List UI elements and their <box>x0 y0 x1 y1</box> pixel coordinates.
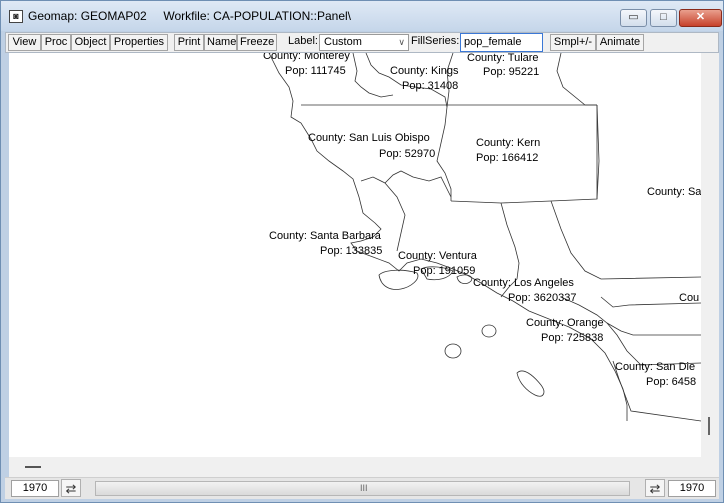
swap-left-icon[interactable]: ⇄ <box>61 479 81 497</box>
geomap-window: ◙ Geomap: GEOMAP02 Workfile: CA-POPULATI… <box>0 0 724 503</box>
map-canvas[interactable]: County: Monterey Pop: 111745 County: Kin… <box>9 53 701 457</box>
smpl-button[interactable]: Smpl+/- <box>550 34 596 51</box>
end-year-field[interactable]: 1970 <box>668 480 716 497</box>
time-slider-bar: 1970 ⇄ III ⇄ 1970 <box>5 477 719 499</box>
vertical-scroll-thumb[interactable] <box>708 417 710 435</box>
population-label: Pop: 133835 <box>320 245 382 257</box>
name-button[interactable]: Name <box>204 34 237 51</box>
fillseries-caption: FillSeries: <box>411 35 460 47</box>
population-label: Pop: 6458 <box>646 376 696 388</box>
county-label: County: Sa <box>647 186 701 198</box>
view-button[interactable]: View <box>8 34 41 51</box>
monterey-boundary <box>352 53 394 98</box>
toolbar: View Proc Object Properties Print Name F… <box>5 32 719 53</box>
maximize-button[interactable]: □ <box>650 9 677 27</box>
population-label: Pop: 191059 <box>413 265 475 277</box>
label-caption: Label: <box>288 35 318 47</box>
dash-marker <box>25 466 41 468</box>
time-slider-thumb[interactable]: III <box>96 482 629 495</box>
time-slider-track[interactable]: III <box>95 481 630 496</box>
freeze-button[interactable]: Freeze <box>237 34 277 51</box>
county-label: County: Kings <box>390 65 459 77</box>
chevron-down-icon: ∨ <box>398 37 405 47</box>
county-label: County: Kern <box>476 137 540 149</box>
label-dropdown-value: Custom <box>324 36 362 48</box>
properties-button[interactable]: Properties <box>110 34 168 51</box>
population-label: Pop: 3620337 <box>508 292 577 304</box>
county-label: County: Santa Barbara <box>269 230 382 242</box>
tulare-east-boundary <box>556 53 597 106</box>
label-dropdown[interactable]: Custom ∨ <box>319 34 409 51</box>
county-label: Cou <box>679 292 699 304</box>
slo-ventura-boundary <box>360 170 452 198</box>
population-label: Pop: 31408 <box>402 80 458 92</box>
vertical-scrollbar[interactable] <box>701 53 719 457</box>
object-button[interactable]: Object <box>71 34 110 51</box>
la-san-bernardino-boundary <box>550 200 701 280</box>
animate-button[interactable]: Animate <box>596 34 644 51</box>
print-button[interactable]: Print <box>174 34 204 51</box>
orange-sd-boundary <box>606 322 701 366</box>
county-label: County: Orange <box>526 317 604 329</box>
population-label: Pop: 166412 <box>476 152 538 164</box>
county-label: County: Ventura <box>398 250 478 262</box>
proc-button[interactable]: Proc <box>41 34 71 51</box>
minimize-button[interactable]: ▭ <box>620 9 647 27</box>
population-label: Pop: 725838 <box>541 332 603 344</box>
county-label: County: Los Angeles <box>473 277 574 289</box>
grip-icon: III <box>360 483 368 493</box>
kern-west-boundary <box>436 106 452 201</box>
window-title: Geomap: GEOMAP02 Workfile: CA-POPULATION… <box>28 9 351 23</box>
title-bar[interactable]: ◙ Geomap: GEOMAP02 Workfile: CA-POPULATI… <box>1 1 723 31</box>
county-label: County: Monterey <box>263 53 350 62</box>
county-label: County: Tulare <box>467 53 539 64</box>
county-map: County: Monterey Pop: 111745 County: Kin… <box>263 53 701 422</box>
swap-right-icon[interactable]: ⇄ <box>645 479 665 497</box>
population-label: Pop: 95221 <box>483 66 539 78</box>
fillseries-input[interactable]: pop_female <box>460 33 543 52</box>
population-label: Pop: 52970 <box>379 148 435 160</box>
close-button[interactable]: ✕ <box>679 9 722 27</box>
sb-ventura-boundary <box>384 182 406 252</box>
county-label: County: San Die <box>615 361 695 373</box>
population-label: Pop: 111745 <box>285 65 346 77</box>
county-label: County: San Luis Obispo <box>308 132 430 144</box>
start-year-field[interactable]: 1970 <box>11 480 59 497</box>
county-labels: County: Monterey Pop: 111745 County: Kin… <box>263 53 701 388</box>
status-strip <box>9 457 719 477</box>
app-icon: ◙ <box>9 10 23 23</box>
